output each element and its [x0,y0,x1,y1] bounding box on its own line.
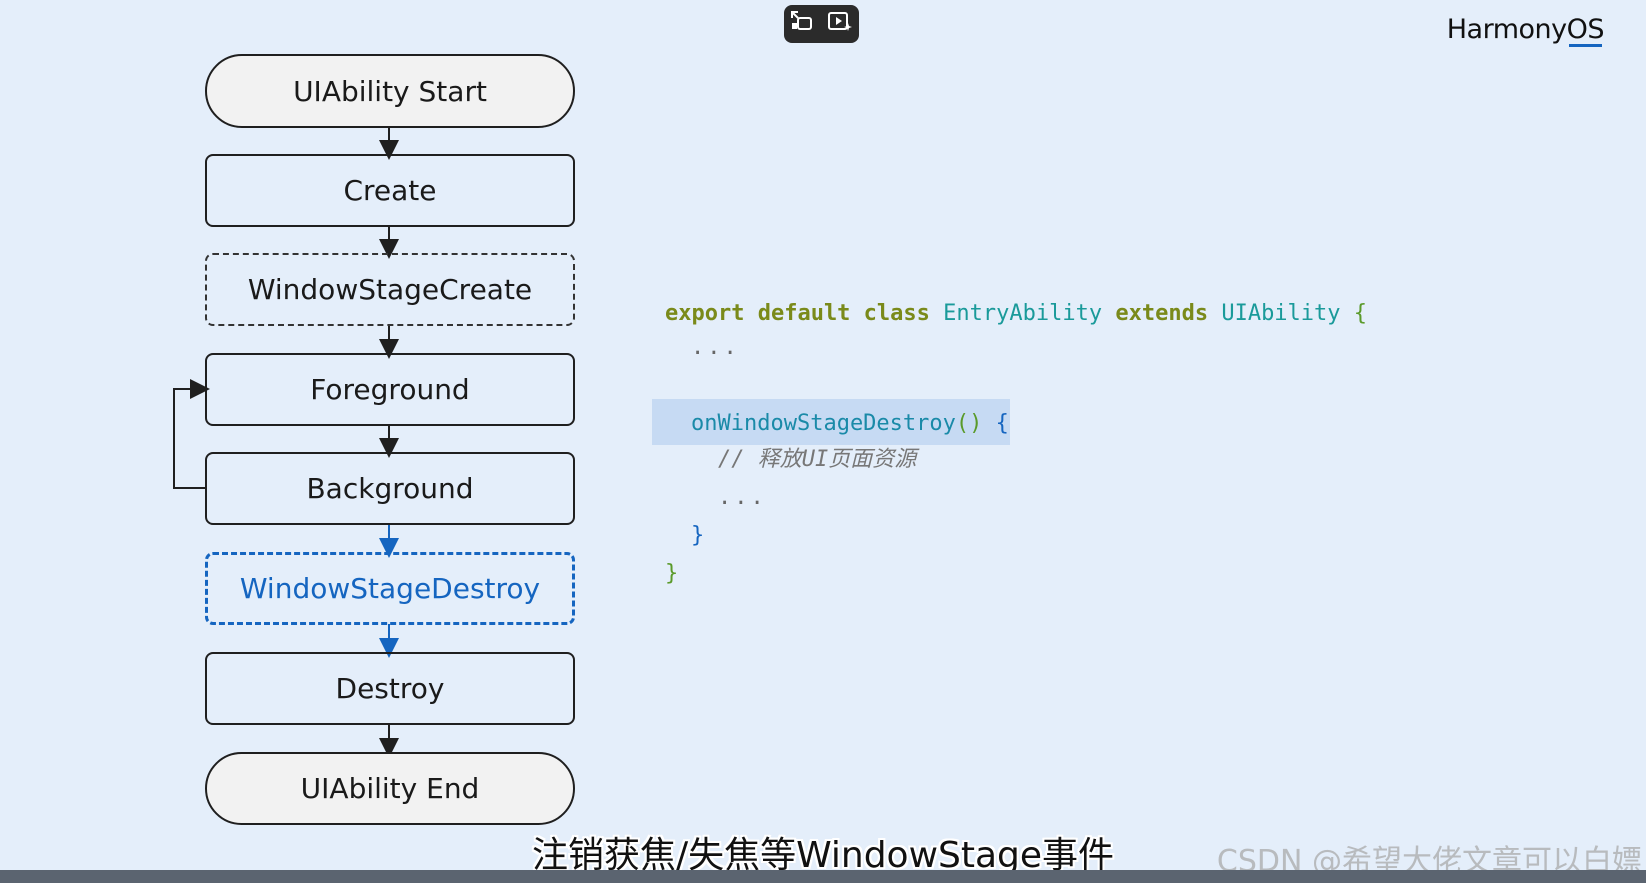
code-comment: // 释放UI页面资源 [718,447,917,472]
node-windowstagedestroy: WindowStageDestroy [205,552,575,625]
node-create: Create [205,154,575,227]
connector-bg-fg-loop [173,379,210,489]
node-destroy: Destroy [205,652,575,725]
node-uiability-start: UIAbility Start [205,54,575,128]
code-line-1: export default class EntryAbility extend… [665,301,1368,326]
code-block: export default class EntryAbility extend… [665,296,1367,586]
code-line-4: onWindowStageDestroy() { [691,411,1009,436]
node-background: Background [205,452,575,525]
code-line-6: ... [718,485,767,510]
code-line-7: } [691,523,705,548]
code-line-8: } [665,561,679,586]
code-line-2: ... [691,335,740,360]
node-uiability-end: UIAbility End [205,752,575,825]
node-windowstagecreate: WindowStageCreate [205,253,575,326]
node-foreground: Foreground [205,353,575,426]
video-progress-bar[interactable] [0,870,1646,883]
